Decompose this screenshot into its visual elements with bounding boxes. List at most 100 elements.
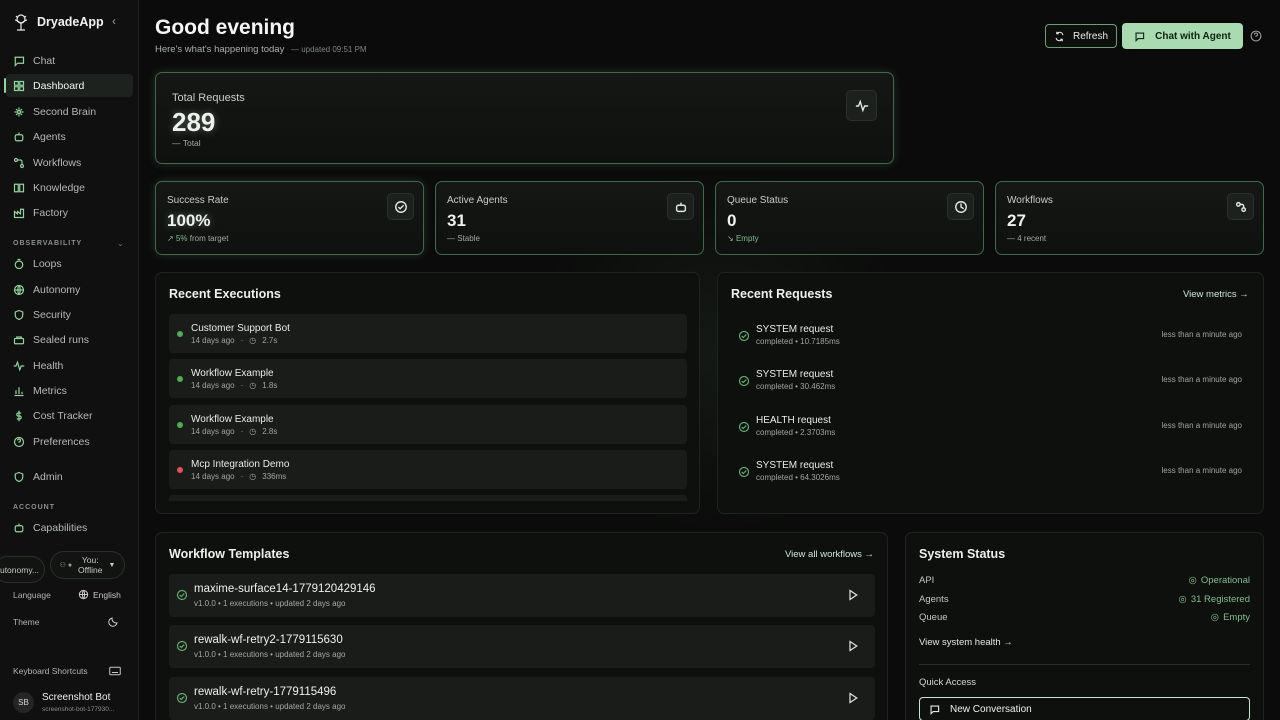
execution-meta: 14 days ago · ◷ 2.8s xyxy=(191,427,277,436)
chat-icon xyxy=(1135,32,1145,42)
chat-with-agent-button[interactable]: Chat with Agent xyxy=(1122,23,1243,49)
moon-icon[interactable] xyxy=(108,616,119,627)
workflow-icon xyxy=(13,157,25,168)
status-badge: ◎ 31 Registered xyxy=(1179,594,1250,605)
stat-value: 0 xyxy=(727,211,737,230)
avatar[interactable]: SB xyxy=(13,692,34,713)
sidebar-item-loops[interactable]: Loops xyxy=(6,252,133,275)
subtitle-text: Here's what's happening today xyxy=(155,44,285,55)
separator-dot: · xyxy=(240,472,244,481)
workflows-card: Workflows 27 — 4 recent xyxy=(995,181,1264,255)
avatar-initials: SB xyxy=(18,698,29,707)
play-icon[interactable] xyxy=(847,589,859,601)
refresh-label: Refresh xyxy=(1072,30,1108,42)
sidebar-item-label: Second Brain xyxy=(33,105,97,118)
list-item[interactable]: Customer Support Bot 14 days ago · ◷ 2.7s xyxy=(169,314,687,353)
play-icon[interactable] xyxy=(847,640,859,652)
list-item[interactable]: rewalk-wf-retry-1779115496 v1.0.0 • 1 ex… xyxy=(169,677,875,720)
workflow-name: maxime-surface14-1779120429146 xyxy=(194,583,376,595)
sidebar-item-label: Health xyxy=(33,359,64,372)
sidebar-item-preferences[interactable]: Preferences xyxy=(6,430,133,453)
list-item[interactable]: HEALTH request completed • 2.3703ms less… xyxy=(738,413,1250,443)
quick-access-label: Quick Access xyxy=(919,677,977,688)
brand-logo-icon xyxy=(11,12,31,32)
execution-when: 14 days ago xyxy=(191,336,235,345)
execution-duration: 1.8s xyxy=(262,381,278,390)
page-title: Good evening xyxy=(155,16,296,39)
check-circle-icon xyxy=(738,330,750,342)
stat-label: Workflows xyxy=(1007,195,1053,206)
chevron-down-icon[interactable]: ⌄ xyxy=(117,239,124,248)
sidebar-item-agents[interactable]: Agents xyxy=(6,125,133,148)
sidebar-item-second-brain[interactable]: Second Brain xyxy=(6,100,133,123)
sidebar-item-metrics[interactable]: Metrics xyxy=(6,379,133,402)
request-time: less than a minute ago xyxy=(1161,466,1243,475)
autonomy-pill[interactable]: utonomy... xyxy=(0,556,45,583)
list-item[interactable]: SYSTEM request completed • 10.7185ms les… xyxy=(738,322,1250,352)
workflow-meta: v1.0.0 • 1 executions • updated 2 days a… xyxy=(194,650,346,659)
bar-chart-icon xyxy=(14,386,24,396)
execution-when: 14 days ago xyxy=(191,427,235,436)
sidebar-item-factory[interactable]: Factory xyxy=(6,201,133,224)
sidebar-item-capabilities[interactable]: Capabilities xyxy=(6,516,133,539)
check-circle-icon: ◎ xyxy=(1188,575,1197,586)
check-circle-icon xyxy=(176,692,188,704)
sidebar-item-label: Factory xyxy=(33,206,69,219)
clock-icon: ◷ xyxy=(249,381,257,390)
globe-icon xyxy=(78,589,89,600)
sidebar-item-security[interactable]: Security xyxy=(6,303,133,326)
language-select[interactable]: English xyxy=(78,589,121,600)
total-requests-label: Total Requests xyxy=(172,92,245,104)
stat-value: 31 xyxy=(447,211,466,230)
recent-executions-title: Recent Executions xyxy=(169,287,281,301)
divider xyxy=(919,664,1250,665)
brain-icon xyxy=(14,107,24,116)
play-icon[interactable] xyxy=(847,692,859,704)
sidebar-item-label: Security xyxy=(33,308,71,321)
list-item[interactable]: Workflow Example 14 days ago · ◷ 1.8s xyxy=(169,359,687,398)
sidebar-item-admin[interactable]: Admin xyxy=(6,465,133,488)
sidebar-item-chat[interactable]: Chat xyxy=(6,49,133,72)
refresh-icon xyxy=(1055,31,1064,41)
list-item[interactable]: maxime-surface14-1779120429146 v1.0.0 • … xyxy=(169,574,875,617)
view-system-health-link[interactable]: View system health → xyxy=(919,637,1013,648)
workflow-name: rewalk-wf-retry-1779115496 xyxy=(194,686,337,698)
sidebar-item-label: Knowledge xyxy=(33,181,85,194)
caret-down-icon: ▼ xyxy=(108,561,116,569)
new-conversation-button[interactable]: New Conversation xyxy=(919,697,1250,720)
sidebar-item-workflows[interactable]: Workflows xyxy=(6,151,133,174)
separator-dot: · xyxy=(240,381,244,390)
sidebar-item-label: Autonomy xyxy=(33,283,81,296)
workflow-name: rewalk-wf-retry2-1779115630 xyxy=(194,634,343,646)
keyboard-icon[interactable] xyxy=(109,666,121,676)
sidebar-item-dashboard[interactable]: Dashboard xyxy=(4,74,133,97)
sidebar-item-cost-tracker[interactable]: Cost Tracker xyxy=(6,404,133,427)
list-item[interactable]: rewalk-wf-retry2-1779115630 v1.0.0 • 1 e… xyxy=(169,625,875,668)
status-dot xyxy=(177,331,183,337)
sidebar-item-autonomy[interactable]: Autonomy xyxy=(6,278,133,301)
status-row-label: Queue xyxy=(919,612,948,623)
sidebar-item-health[interactable]: Health xyxy=(6,354,133,377)
list-item[interactable]: SYSTEM request completed • 64.3026ms les… xyxy=(738,458,1250,488)
list-item[interactable]: SYSTEM request completed • 30.462ms less… xyxy=(738,367,1250,397)
presence-status-pill[interactable]: ⚇ ● You: Offline ▼ xyxy=(50,551,125,579)
chat-label: Chat with Agent xyxy=(1155,30,1231,42)
collapse-sidebar-icon[interactable]: ‹ xyxy=(112,14,116,28)
view-metrics-link[interactable]: View metrics → xyxy=(1183,289,1249,300)
sidebar-item-sealed-runs[interactable]: Sealed runs xyxy=(6,328,133,351)
refresh-button[interactable]: Refresh xyxy=(1045,24,1117,48)
robot-icon xyxy=(667,193,694,220)
stat-label: Queue Status xyxy=(727,195,789,206)
view-all-workflows-link[interactable]: View all workflows → xyxy=(785,549,874,560)
stat-note: ↘ Empty xyxy=(727,234,759,243)
robot-icon xyxy=(14,523,24,532)
clock-icon xyxy=(947,193,974,220)
list-item[interactable]: Workflow Example 14 days ago · ◷ 2.8s xyxy=(169,405,687,444)
status-badge: ◎ Operational xyxy=(1189,575,1250,586)
sidebar-item-knowledge[interactable]: Knowledge xyxy=(6,176,133,199)
help-circle-icon xyxy=(13,436,25,447)
keyboard-shortcuts-label[interactable]: Keyboard Shortcuts xyxy=(13,666,88,676)
brand[interactable]: DryadeApp xyxy=(11,12,104,32)
list-item[interactable]: Mcp Integration Demo 14 days ago · ◷ 336ms xyxy=(169,450,687,489)
help-icon[interactable] xyxy=(1250,30,1262,42)
